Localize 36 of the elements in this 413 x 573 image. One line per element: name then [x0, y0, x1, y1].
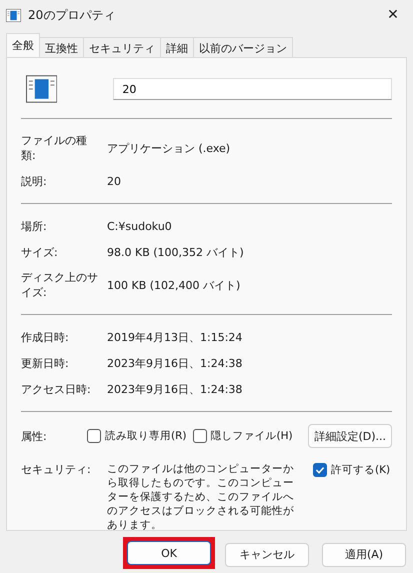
app-icon [6, 8, 21, 22]
window-title: 20のプロパティ [28, 6, 116, 24]
field-value: 2023年9月16日、1:24:38 [106, 356, 242, 370]
field-value: 98.0 KB (100,352 バイト) [106, 244, 244, 260]
advanced-button[interactable]: 詳細設定(D)... [308, 424, 392, 448]
field-label: ファイルの種類: [21, 133, 88, 163]
field-value: 100 KB (102,400 バイト) [106, 278, 240, 292]
field-label: サイズ: [21, 244, 59, 260]
checkbox-label: 許可する(K) [331, 463, 390, 477]
close-button[interactable]: ✕ [373, 0, 413, 30]
field-label: 作成日時: [21, 330, 70, 344]
field-value: 2023年9月16日、1:24:38 [106, 382, 242, 396]
field-label: 更新日時: [21, 356, 70, 370]
field-label: ディスク上のサイズ: [21, 270, 99, 300]
field-value: C:¥sudoku0 [106, 220, 172, 232]
field-label: 場所: [21, 218, 48, 234]
name-field[interactable]: 20 [113, 78, 392, 100]
field-value: 2019年4月13日、1:15:24 [106, 330, 242, 344]
checkbox[interactable] [192, 429, 206, 443]
tab[interactable]: 全般 [6, 33, 40, 57]
field-label: アクセス日時: [21, 382, 92, 396]
checkbox[interactable] [87, 429, 101, 443]
field-label: 説明: [21, 174, 48, 188]
field-value: アプリケーション (.exe) [106, 140, 230, 156]
security-message: このファイルは他のコンピューターから取得したものです。このコンピューターを保護するため、このファイルへのアクセスはブロックされる可能性があります。 [107, 462, 295, 532]
dialog-button[interactable]: OK [127, 541, 211, 565]
dialog-button[interactable]: キャンセル [225, 542, 309, 566]
checkbox-label: 隠しファイル(H) [210, 429, 293, 443]
field-label: 属性: [21, 428, 48, 444]
checkbox[interactable] [313, 463, 327, 477]
field-value: 20 [106, 174, 121, 188]
field-label: セキュリティ: [21, 462, 92, 477]
tab[interactable]: 以前のバージョン [193, 37, 293, 57]
file-icon [26, 75, 58, 103]
checkbox-label: 読み取り専用(R) [105, 429, 186, 443]
dialog-button[interactable]: 適用(A) [322, 542, 406, 566]
